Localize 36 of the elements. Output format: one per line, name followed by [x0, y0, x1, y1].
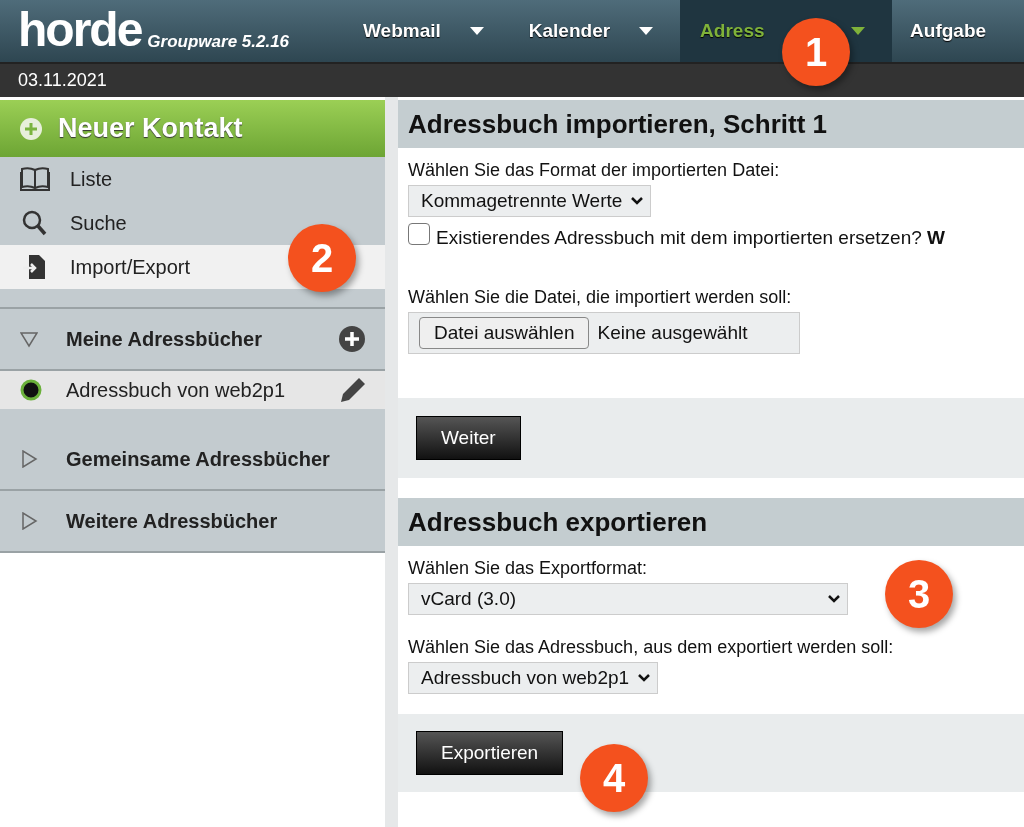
date-text: 03.11.2021: [18, 70, 107, 91]
field-label: Wählen Sie die Datei, die importiert werden soll:: [408, 287, 793, 308]
address-book-dropdown[interactable]: Adressbuch von web2p1: [408, 662, 659, 694]
product-version: Groupware 5.2.16: [147, 32, 290, 52]
expand-triangle-icon[interactable]: [20, 450, 38, 468]
file-input[interactable]: Datei auswählen Keine ausgewählt: [408, 312, 801, 354]
step-number-callout-tooltip: 3: [885, 560, 953, 628]
sidebar-item[interactable]: Liste: [0, 157, 385, 201]
section-heading: Weitere Adressbücher: [66, 509, 278, 533]
plus-icon: [20, 117, 42, 140]
export-format-dropdown[interactable]: vCard (3.0): [408, 583, 848, 615]
section-heading: Meine Adressbücher: [66, 327, 262, 351]
expand-triangle-icon[interactable]: [20, 512, 38, 530]
book-icon: [20, 166, 50, 192]
chevron-down-icon: [637, 673, 652, 683]
collapse-triangle-icon[interactable]: [20, 330, 38, 348]
format-dropdown[interactable]: Kommagetrennte Werte: [408, 185, 652, 217]
checkbox-label: Existierendes Adressbuch mit dem importierten ersetzen? W: [436, 227, 945, 249]
chevron-down-icon: [827, 594, 841, 604]
field-label: Wählen Sie das Format der importierten Datei:: [408, 160, 781, 181]
export-button[interactable]: Exportieren: [416, 731, 564, 775]
field-label: Wählen Sie das Exportformat:: [408, 558, 649, 579]
nav-menu-item[interactable]: Kalender: [510, 0, 681, 62]
next-button[interactable]: Weiter: [416, 416, 521, 460]
nav-menu-item[interactable]: Webmail: [345, 0, 511, 62]
chevron-down-icon: [630, 196, 645, 206]
section-heading: Gemeinsame Adressbücher: [66, 447, 330, 471]
horde-logo: horde: [18, 6, 142, 54]
section-title: Adressbuch importieren, Schritt 1: [408, 108, 827, 140]
section-title: Adressbuch exportieren: [408, 506, 708, 538]
checkbox[interactable]: [408, 223, 430, 245]
field-label: Wählen Sie das Adressbuch, aus dem exportiert werden soll:: [408, 637, 895, 658]
nav-menu-item[interactable]: Aufgabe: [892, 0, 1013, 62]
sidebar-item[interactable]: Suche: [0, 201, 385, 245]
address-book-item[interactable]: Adressbuch von web2p1: [0, 371, 385, 409]
add-icon[interactable]: [339, 326, 365, 352]
